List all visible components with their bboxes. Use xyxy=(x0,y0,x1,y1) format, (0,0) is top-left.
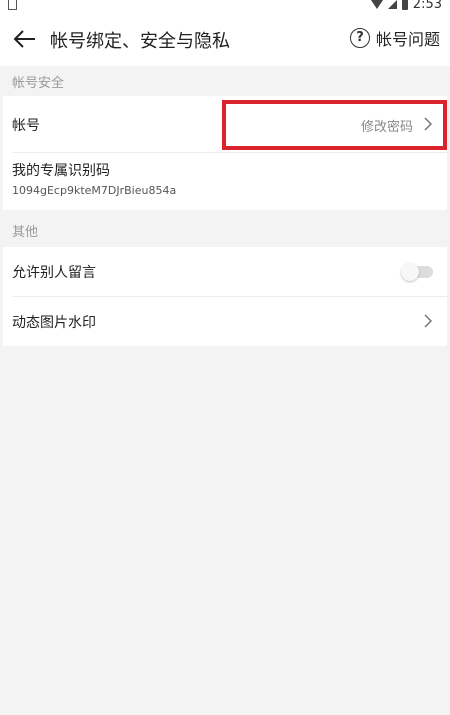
account-security-card: 帐号 修改密码 我的专属识别码 1094gEcp9kteM7DJrBieu854… xyxy=(3,96,447,210)
sim-icon xyxy=(8,0,17,10)
account-row-label: 帐号 xyxy=(12,118,40,134)
chevron-right-icon xyxy=(424,314,433,328)
watermark-label: 动态图片水印 xyxy=(12,315,96,331)
section-label-account-security: 帐号安全 xyxy=(12,76,65,91)
toggle-knob xyxy=(401,263,419,281)
chevron-right-icon xyxy=(424,117,433,131)
status-time: 2:53 xyxy=(412,0,442,12)
unique-id-label: 我的专属识别码 xyxy=(12,163,110,179)
section-label-other: 其他 xyxy=(12,225,39,240)
page-title: 帐号绑定、安全与隐私 xyxy=(50,31,230,52)
back-arrow-icon[interactable] xyxy=(10,24,40,54)
allow-comments-toggle[interactable] xyxy=(401,263,433,281)
status-icons: 2:53 xyxy=(370,0,442,12)
other-settings-card: 允许别人留言 动态图片水印 xyxy=(3,247,447,346)
allow-comments-label: 允许别人留言 xyxy=(12,265,96,281)
unique-id-row: 我的专属识别码 1094gEcp9kteM7DJrBieu854a xyxy=(3,153,447,210)
status-bar: 2:53 xyxy=(0,0,450,14)
battery-icon xyxy=(401,0,408,10)
change-password-link[interactable]: 修改密码 xyxy=(361,116,413,135)
account-help-button[interactable]: ? 帐号问题 xyxy=(349,26,440,50)
question-circle-icon: ? xyxy=(349,28,370,48)
help-label: 帐号问题 xyxy=(375,30,440,49)
unique-id-value: 1094gEcp9kteM7DJrBieu854a xyxy=(12,184,177,197)
watermark-row[interactable]: 动态图片水印 xyxy=(3,297,447,346)
account-row[interactable]: 帐号 修改密码 xyxy=(3,96,447,152)
allow-comments-row: 允许别人留言 xyxy=(3,247,447,296)
wifi-icon xyxy=(370,0,383,9)
cell-signal-icon xyxy=(387,0,397,9)
app-header: 帐号绑定、安全与隐私 ? 帐号问题 xyxy=(0,14,450,66)
